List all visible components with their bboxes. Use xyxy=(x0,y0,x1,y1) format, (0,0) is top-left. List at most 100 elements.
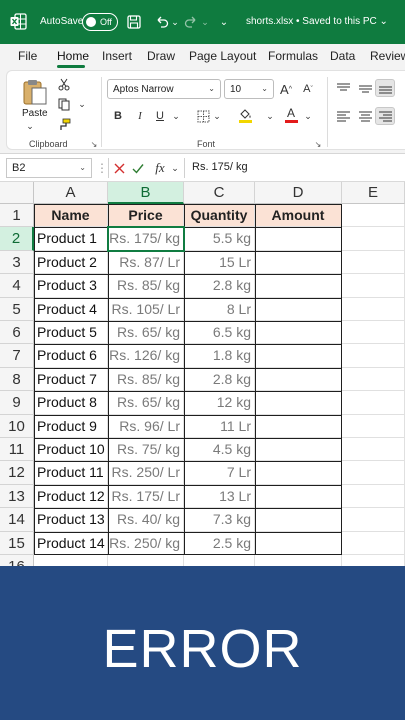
table-cell[interactable]: Rs. 250/ kg xyxy=(108,531,184,555)
row-header-4[interactable]: 4 xyxy=(0,274,34,298)
font-color-dropdown-icon[interactable]: ⌄ xyxy=(303,111,313,121)
paste-dropdown-icon[interactable]: ⌄ xyxy=(23,121,37,131)
table-cell[interactable]: Product 12 xyxy=(34,484,108,509)
file-title[interactable]: shorts.xlsx • Saved to this PC ⌄ xyxy=(246,16,388,27)
tab-formulas[interactable]: Formulas xyxy=(268,49,318,63)
column-header-e[interactable]: E xyxy=(342,182,405,204)
font-color-icon[interactable]: A xyxy=(283,105,299,125)
borders-dropdown-icon[interactable]: ⌄ xyxy=(212,111,222,121)
table-cell[interactable] xyxy=(255,484,342,509)
table-cell[interactable]: Product 4 xyxy=(34,297,108,321)
table-cell[interactable]: Rs. 126/ kg xyxy=(108,344,184,368)
row-header-10[interactable]: 10 xyxy=(0,414,34,438)
cell[interactable] xyxy=(342,344,405,368)
row-header-9[interactable]: 9 xyxy=(0,391,34,415)
font-launcher-icon[interactable]: ↘ xyxy=(313,139,323,149)
cell[interactable] xyxy=(342,250,405,275)
table-cell[interactable]: 4.5 kg xyxy=(184,438,255,462)
table-header-cell[interactable]: Amount xyxy=(255,204,342,228)
cell[interactable] xyxy=(342,484,405,509)
table-cell[interactable] xyxy=(255,531,342,555)
tab-data[interactable]: Data xyxy=(330,49,355,63)
more-options-icon[interactable]: ⋮ xyxy=(96,161,108,175)
cell[interactable] xyxy=(184,555,255,566)
table-cell[interactable]: 8 Lr xyxy=(184,297,255,321)
formula-input[interactable]: Rs. 175/ kg xyxy=(192,161,248,173)
tab-review[interactable]: Review xyxy=(370,49,405,63)
table-cell[interactable] xyxy=(255,227,342,251)
row-header-8[interactable]: 8 xyxy=(0,367,34,392)
table-cell[interactable]: Product 5 xyxy=(34,321,108,345)
fill-color-dropdown-icon[interactable]: ⌄ xyxy=(265,111,275,121)
customize-toolbar-icon[interactable]: ⌄ xyxy=(218,13,230,31)
row-header-13[interactable]: 13 xyxy=(0,484,34,509)
paste-icon[interactable] xyxy=(21,77,49,107)
table-cell[interactable] xyxy=(255,438,342,462)
table-cell[interactable]: 2.8 kg xyxy=(184,274,255,298)
fill-color-icon[interactable] xyxy=(237,106,253,124)
font-name-dropdown[interactable]: Aptos Narrow ⌄ xyxy=(107,79,221,99)
table-cell[interactable]: Rs. 40/ kg xyxy=(108,508,184,532)
column-header-b[interactable]: B xyxy=(108,182,184,204)
table-cell[interactable]: Product 8 xyxy=(34,391,108,415)
cell[interactable] xyxy=(342,367,405,392)
row-header-5[interactable]: 5 xyxy=(0,297,34,321)
paste-label[interactable]: Paste xyxy=(22,108,48,119)
table-cell[interactable]: Rs. 75/ kg xyxy=(108,438,184,462)
table-cell[interactable] xyxy=(255,344,342,368)
table-cell[interactable]: Rs. 85/ kg xyxy=(108,367,184,392)
cell[interactable] xyxy=(255,555,342,566)
row-header-7[interactable]: 7 xyxy=(0,344,34,368)
font-size-dropdown[interactable]: 10 ⌄ xyxy=(224,79,274,99)
row-header-11[interactable]: 11 xyxy=(0,438,34,462)
table-cell[interactable]: 15 Lr xyxy=(184,250,255,275)
undo-icon[interactable] xyxy=(154,13,170,31)
redo-dropdown-icon[interactable]: ⌄ xyxy=(200,13,210,31)
table-cell[interactable]: Product 9 xyxy=(34,414,108,438)
table-header-cell[interactable]: Price xyxy=(108,204,184,228)
copy-icon[interactable] xyxy=(57,97,71,111)
cell[interactable] xyxy=(342,461,405,485)
table-cell[interactable]: Rs. 65/ kg xyxy=(108,391,184,415)
table-cell[interactable]: 5.5 kg xyxy=(184,227,255,251)
table-cell[interactable]: 1.8 kg xyxy=(184,344,255,368)
cell[interactable] xyxy=(342,555,405,566)
table-cell[interactable]: 12 kg xyxy=(184,391,255,415)
align-top-icon[interactable] xyxy=(335,81,351,95)
column-header-c[interactable]: C xyxy=(184,182,255,204)
tab-insert[interactable]: Insert xyxy=(102,49,132,63)
cancel-icon[interactable] xyxy=(112,160,126,176)
table-cell[interactable]: Product 14 xyxy=(34,531,108,555)
table-cell[interactable] xyxy=(255,414,342,438)
align-center-icon[interactable] xyxy=(357,109,373,123)
enter-icon[interactable] xyxy=(131,160,145,176)
tab-home[interactable]: Home xyxy=(57,49,89,63)
table-cell[interactable]: Product 13 xyxy=(34,508,108,532)
table-cell[interactable]: 2.5 kg xyxy=(184,531,255,555)
function-dropdown-icon[interactable]: ⌄ xyxy=(170,162,180,174)
cell[interactable] xyxy=(342,321,405,345)
clipboard-launcher-icon[interactable]: ↘ xyxy=(89,139,99,149)
shrink-font-icon[interactable]: Aˇ xyxy=(301,81,315,97)
insert-function-icon[interactable]: fx xyxy=(151,160,169,176)
cell[interactable] xyxy=(342,204,405,228)
cell[interactable] xyxy=(342,297,405,321)
tab-file[interactable]: File xyxy=(18,49,37,63)
row-header-1[interactable]: 1 xyxy=(0,204,34,228)
cell[interactable] xyxy=(108,555,184,566)
row-header-16[interactable]: 16 xyxy=(0,555,34,566)
cell[interactable] xyxy=(342,391,405,415)
cell[interactable] xyxy=(34,555,108,566)
borders-icon[interactable] xyxy=(195,108,211,124)
cell[interactable] xyxy=(342,438,405,462)
table-cell[interactable]: Rs. 105/ Lr xyxy=(108,297,184,321)
select-all-corner[interactable] xyxy=(0,182,34,204)
table-cell[interactable]: 2.8 kg xyxy=(184,367,255,392)
bold-button[interactable]: B xyxy=(111,108,125,124)
table-cell[interactable]: Rs. 250/ Lr xyxy=(108,461,184,485)
table-cell[interactable]: Product 2 xyxy=(34,250,108,275)
table-cell[interactable] xyxy=(255,250,342,275)
table-cell[interactable]: Rs. 85/ kg xyxy=(108,274,184,298)
undo-dropdown-icon[interactable]: ⌄ xyxy=(170,13,180,31)
table-cell[interactable] xyxy=(255,367,342,392)
